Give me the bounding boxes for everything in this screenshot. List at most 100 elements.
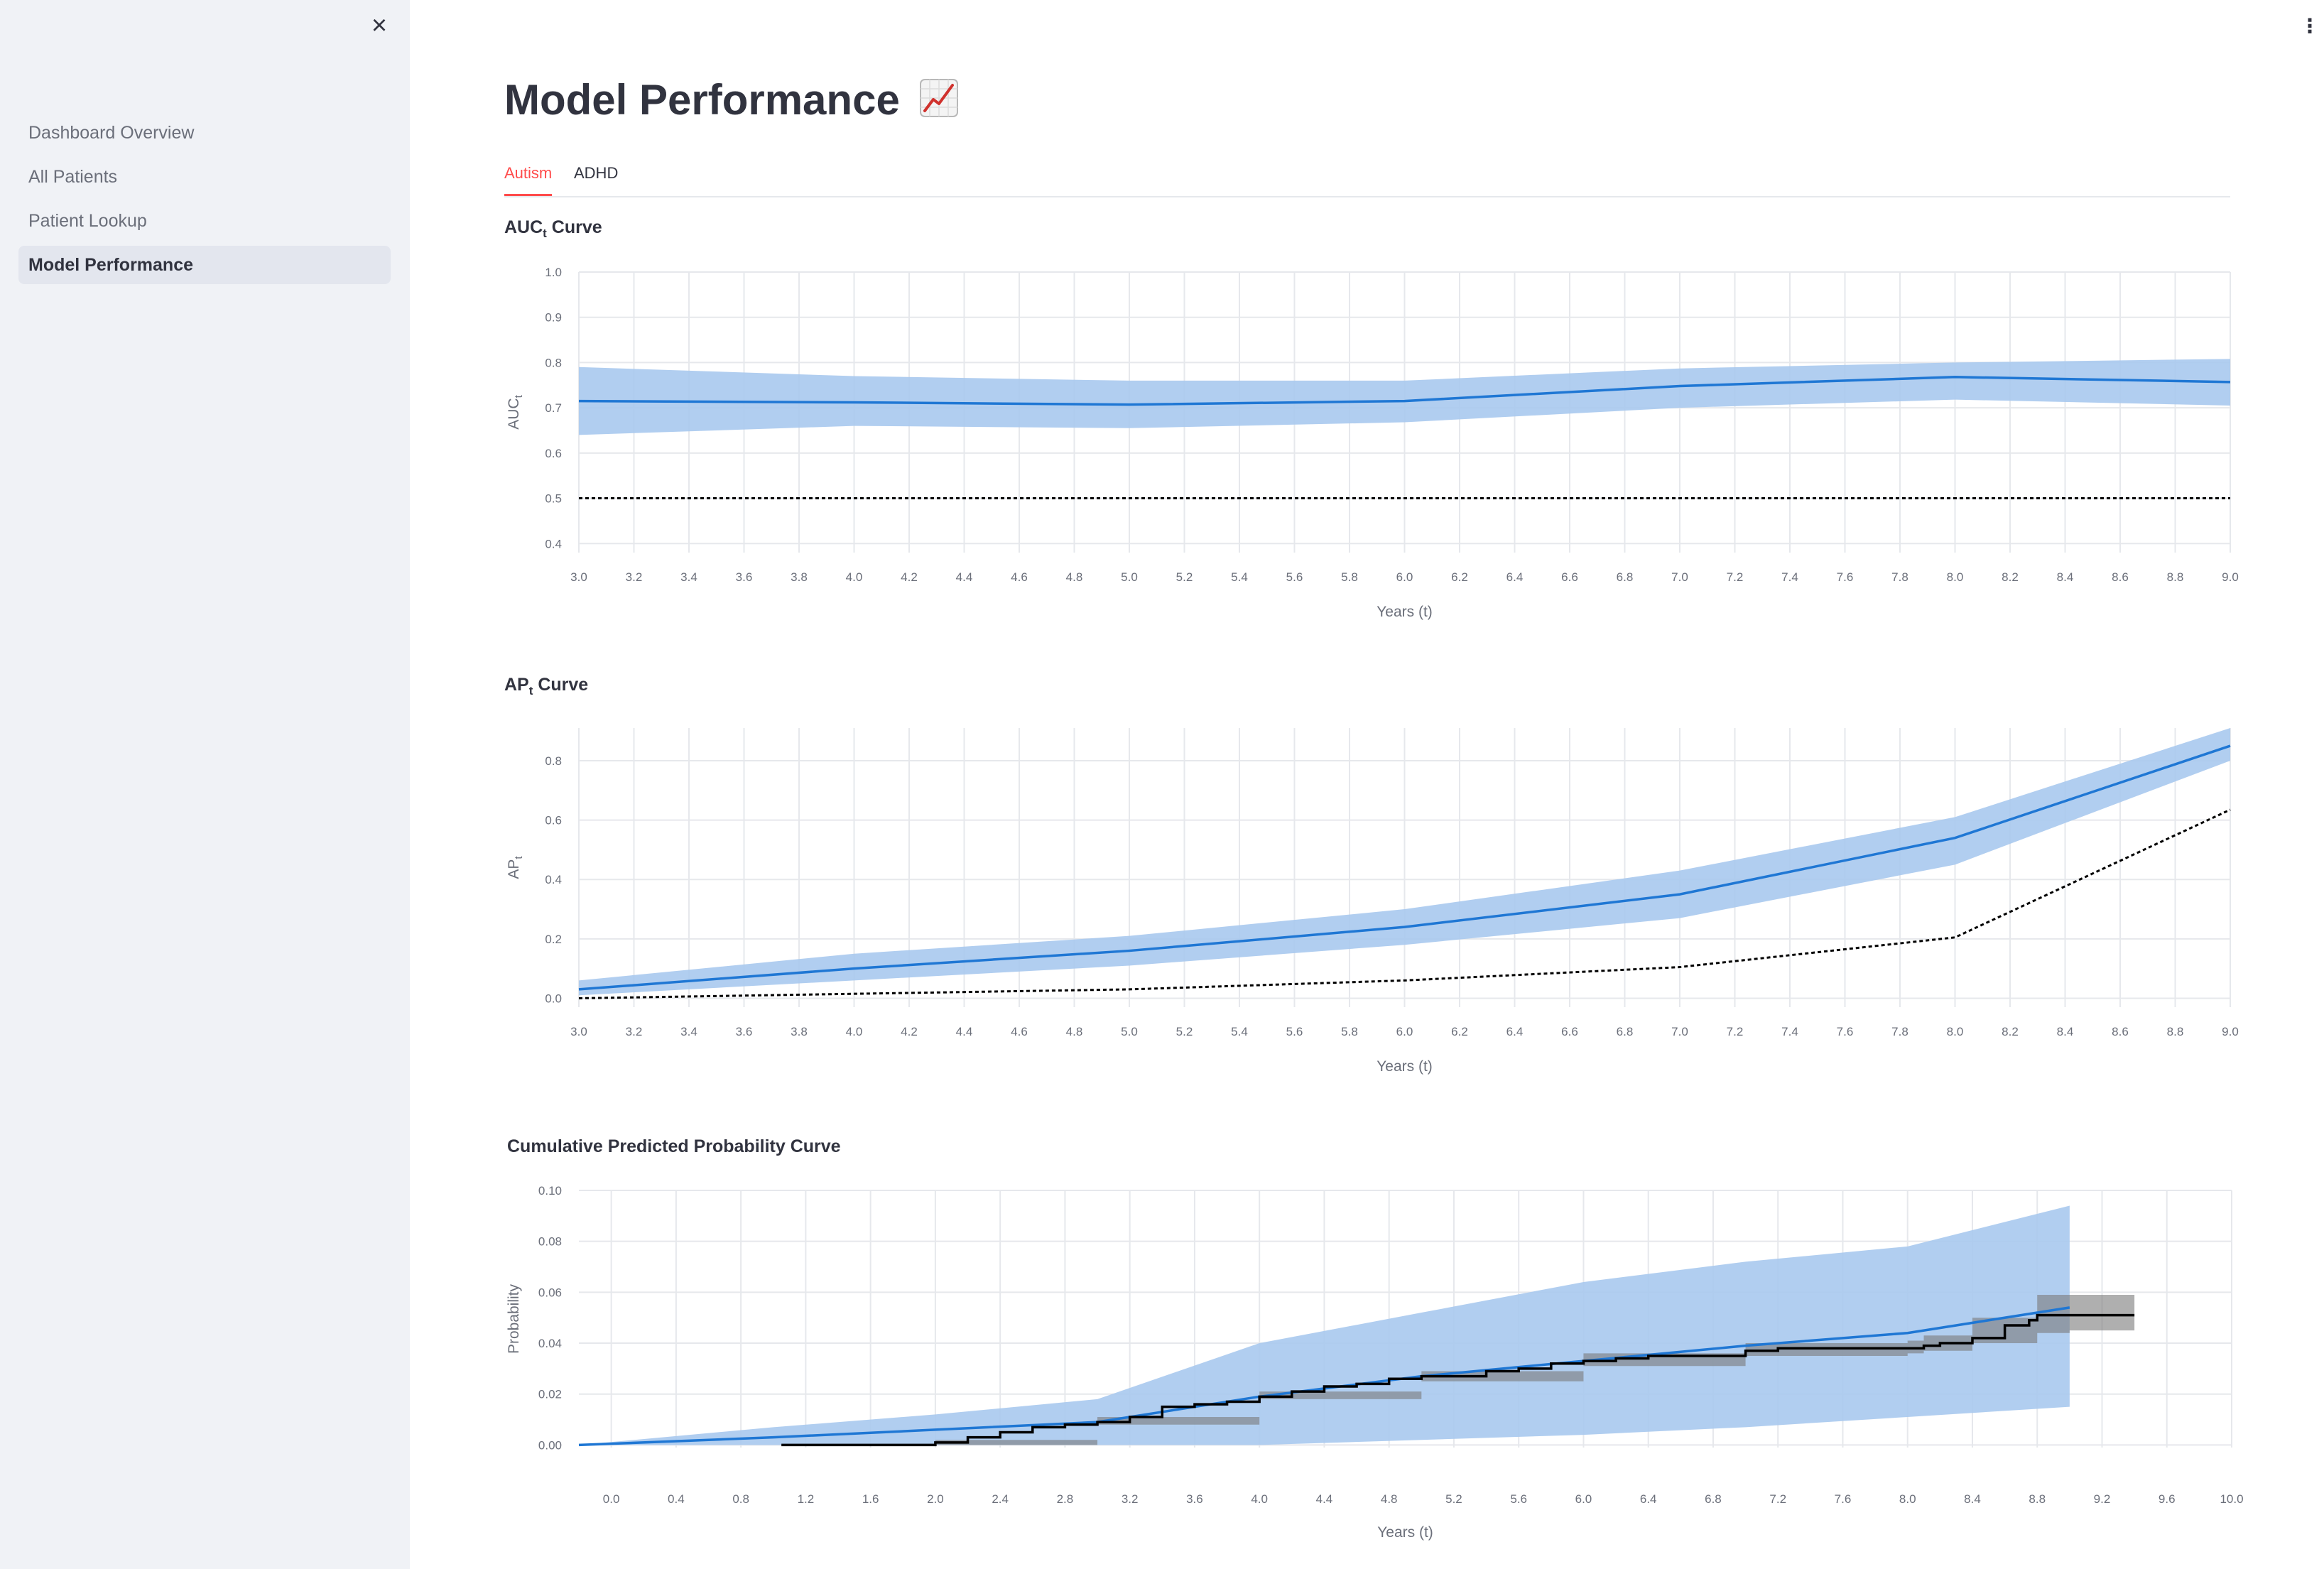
x-tick-label: 3.8: [791, 1025, 808, 1038]
x-tick-label: 5.6: [1286, 570, 1303, 584]
x-tick-label: 4.2: [901, 1025, 918, 1038]
y-tick-label: 0.8: [545, 356, 562, 369]
x-tick-label: 8.2: [2002, 1025, 2019, 1038]
y-tick-label: 1.0: [545, 266, 562, 279]
x-tick-label: 7.2: [1727, 570, 1744, 584]
x-tick-label: 9.0: [2222, 1025, 2239, 1038]
x-tick-label: 7.6: [1837, 570, 1854, 584]
x-tick-label: 4.0: [846, 570, 863, 584]
x-tick-label: 6.8: [1617, 570, 1634, 584]
y-tick-label: 0.6: [545, 814, 562, 827]
x-tick-label: 7.6: [1835, 1492, 1852, 1506]
x-tick-label: 0.4: [668, 1492, 685, 1506]
x-tick-label: 3.6: [736, 1025, 753, 1038]
y-tick-label: 0.0: [545, 992, 562, 1005]
x-tick-label: 7.6: [1837, 1025, 1854, 1038]
x-tick-label: 0.0: [603, 1492, 620, 1506]
x-tick-label: 9.0: [2222, 570, 2239, 584]
x-tick-label: 4.6: [1011, 570, 1028, 584]
x-tick-label: 0.8: [732, 1492, 749, 1506]
x-tick-label: 3.2: [626, 570, 643, 584]
x-tick-label: 4.8: [1066, 1025, 1083, 1038]
x-tick-label: 6.2: [1451, 1025, 1468, 1038]
x-tick-label: 5.6: [1510, 1492, 1527, 1506]
x-tick-label: 4.6: [1011, 1025, 1028, 1038]
x-tick-label: 3.2: [1122, 1492, 1139, 1506]
x-tick-label: 4.0: [846, 1025, 863, 1038]
x-tick-label: 7.4: [1781, 570, 1798, 584]
x-tick-label: 5.4: [1231, 570, 1248, 584]
x-tick-label: 6.8: [1705, 1492, 1722, 1506]
x-tick-label: 8.6: [2112, 570, 2129, 584]
x-tick-label: 3.4: [680, 1025, 697, 1038]
y-tick-label: 0.4: [545, 537, 562, 550]
x-tick-label: 8.8: [2029, 1492, 2046, 1506]
x-tick-label: 3.4: [680, 570, 697, 584]
x-tick-label: 5.0: [1121, 1025, 1138, 1038]
x-tick-label: 6.8: [1617, 1025, 1634, 1038]
y-tick-label: 0.8: [545, 754, 562, 768]
x-tick-label: 8.4: [2057, 570, 2074, 584]
x-tick-label: 3.0: [570, 570, 587, 584]
x-axis-title: Years (t): [1377, 1058, 1433, 1075]
y-axis-title: APt: [506, 856, 525, 879]
x-tick-label: 8.6: [2112, 1025, 2129, 1038]
x-tick-label: 5.8: [1341, 570, 1358, 584]
x-tick-label: 5.2: [1176, 1025, 1193, 1038]
x-tick-label: 6.2: [1451, 570, 1468, 584]
x-tick-label: 4.8: [1381, 1492, 1398, 1506]
x-tick-label: 7.8: [1891, 1025, 1908, 1038]
x-tick-label: 5.8: [1341, 1025, 1358, 1038]
x-tick-label: 4.8: [1066, 570, 1083, 584]
x-tick-label: 3.0: [570, 1025, 587, 1038]
x-tick-label: 8.4: [1964, 1492, 1981, 1506]
x-tick-label: 1.2: [798, 1492, 815, 1506]
y-tick-label: 0.4: [545, 873, 562, 886]
x-tick-label: 7.4: [1781, 1025, 1798, 1038]
x-tick-label: 8.8: [2167, 1025, 2184, 1038]
x-tick-label: 8.2: [2002, 570, 2019, 584]
x-tick-label: 3.6: [736, 570, 753, 584]
x-tick-label: 6.4: [1506, 570, 1524, 584]
x-tick-label: 3.8: [791, 570, 808, 584]
x-tick-label: 1.6: [862, 1492, 879, 1506]
x-tick-label: 3.2: [626, 1025, 643, 1038]
y-tick-label: 0.02: [538, 1388, 562, 1401]
x-axis-title: Years (t): [1377, 604, 1433, 620]
x-tick-label: 8.0: [1947, 570, 1964, 584]
y-tick-label: 0.6: [545, 447, 562, 460]
x-tick-label: 8.0: [1899, 1492, 1916, 1506]
y-tick-label: 0.08: [538, 1235, 562, 1249]
charts-canvas: 3.0 3.2 3.4 3.6 3.8 4.0 4.2 4.4 4.6 4.8 5.0 5.2 5.4 5…: [506, 266, 2244, 1541]
x-tick-label: 2.0: [927, 1492, 944, 1506]
x-tick-label: 5.4: [1231, 1025, 1248, 1038]
x-tick-label: 5.6: [1286, 1025, 1303, 1038]
x-tick-label: 4.2: [901, 570, 918, 584]
x-tick-label: 7.0: [1671, 570, 1688, 584]
x-tick-label: 7.0: [1671, 1025, 1688, 1038]
y-tick-label: 0.9: [545, 311, 562, 325]
x-tick-label: 2.4: [992, 1492, 1009, 1506]
x-tick-label: 6.0: [1575, 1492, 1592, 1506]
x-tick-label: 9.2: [2094, 1492, 2111, 1506]
x-tick-label: 8.4: [2057, 1025, 2074, 1038]
x-tick-label: 3.6: [1186, 1492, 1203, 1506]
x-tick-label: 4.4: [956, 570, 973, 584]
x-tick-label: 5.2: [1445, 1492, 1462, 1506]
x-tick-label: 6.4: [1506, 1025, 1524, 1038]
x-tick-label: 2.8: [1057, 1492, 1074, 1506]
x-tick-label: 7.2: [1769, 1492, 1786, 1506]
y-tick-label: 0.7: [545, 401, 562, 415]
y-axis-title: Probability: [506, 1283, 522, 1354]
x-tick-label: 8.8: [2167, 570, 2184, 584]
x-tick-label: 8.0: [1947, 1025, 1964, 1038]
y-axis-title: AUCt: [506, 394, 525, 429]
x-tick-label: 9.6: [2159, 1492, 2176, 1506]
x-tick-label: 6.0: [1396, 1025, 1413, 1038]
x-tick-label: 5.0: [1121, 570, 1138, 584]
x-tick-label: 10.0: [2220, 1492, 2243, 1506]
x-tick-label: 4.4: [956, 1025, 973, 1038]
y-tick-label: 0.10: [538, 1184, 562, 1198]
x-tick-label: 6.6: [1561, 1025, 1578, 1038]
x-axis-title: Years (t): [1377, 1524, 1433, 1541]
